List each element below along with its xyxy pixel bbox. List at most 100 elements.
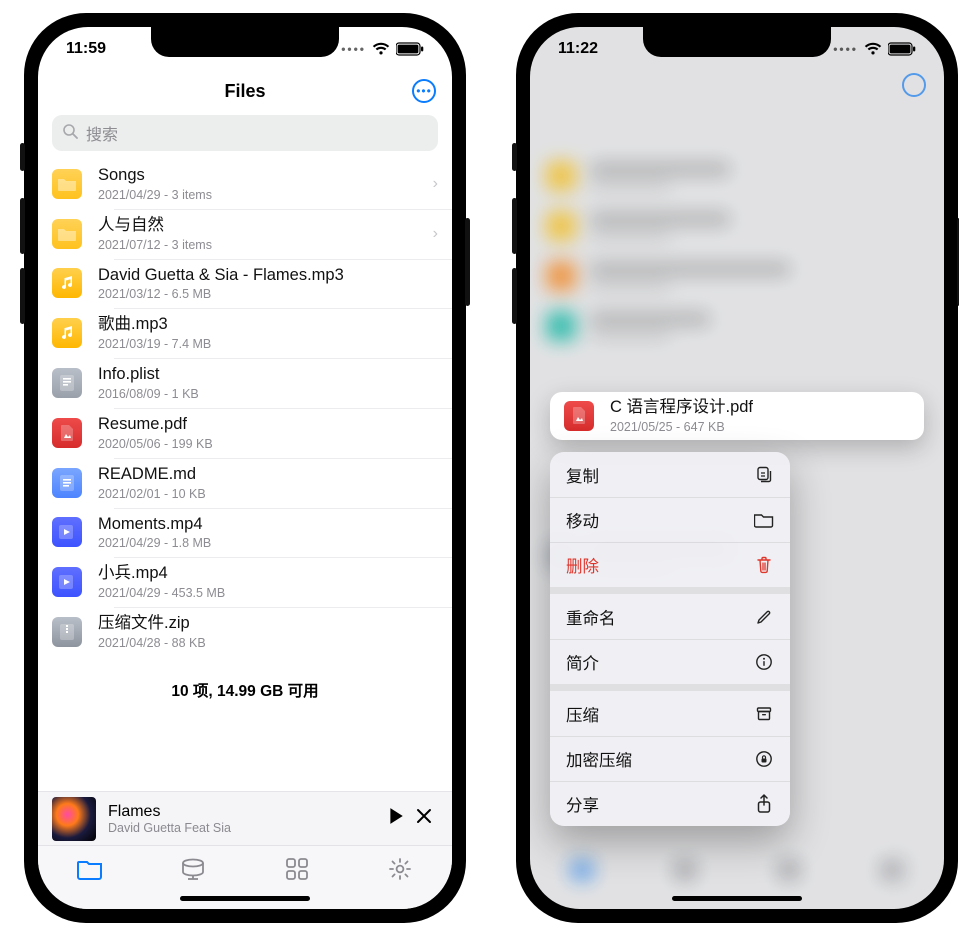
file-row[interactable]: 歌曲.mp32021/03/19 - 7.4 MB: [38, 308, 452, 358]
cell-signal-icon: ••••: [833, 42, 858, 56]
selected-file-sub: 2021/05/25 - 647 KB: [610, 420, 910, 434]
tab-servers[interactable]: [180, 856, 206, 882]
search-input[interactable]: 搜索: [52, 115, 438, 151]
context-menu-item[interactable]: 简介: [550, 639, 790, 684]
trash-icon: [754, 555, 774, 575]
file-icon-zip: [52, 617, 82, 647]
context-menu-label: 压缩: [566, 702, 599, 726]
context-menu-label: 移动: [566, 508, 599, 532]
file-name: README.md: [98, 465, 438, 485]
context-menu-separator: [550, 587, 790, 594]
file-name: Resume.pdf: [98, 415, 438, 435]
context-menu-label: 复制: [566, 463, 599, 487]
phone-device-right: 11:22 •••• C 语言程序设计.pdf 2021/: [516, 13, 958, 923]
close-button[interactable]: [410, 807, 438, 830]
tab-apps[interactable]: [284, 856, 310, 882]
now-playing-bar[interactable]: Flames David Guetta Feat Sia: [38, 791, 452, 845]
file-name: 人与自然: [98, 216, 427, 236]
notch: [643, 27, 831, 57]
file-row[interactable]: Info.plist2016/08/09 - 1 KB: [38, 358, 452, 408]
context-menu-item[interactable]: 删除: [550, 542, 790, 587]
file-name: 小兵.mp4: [98, 564, 438, 584]
file-name: Songs: [98, 166, 427, 186]
screen: 11:22 •••• C 语言程序设计.pdf 2021/: [530, 27, 944, 909]
file-row[interactable]: Songs 2021/04/29 - 3 items›: [38, 159, 452, 209]
wifi-icon: [372, 42, 390, 56]
pencil-icon: [754, 607, 774, 627]
context-menu-label: 分享: [566, 792, 599, 816]
file-row[interactable]: Moments.mp42021/04/29 - 1.8 MB: [38, 508, 452, 558]
wifi-icon: [864, 42, 882, 56]
home-indicator[interactable]: [180, 896, 310, 901]
notch: [151, 27, 339, 57]
share-icon: [754, 794, 774, 814]
now-playing-title: Flames: [108, 803, 382, 821]
context-menu-separator: [550, 684, 790, 691]
battery-icon: [396, 42, 424, 56]
file-name: Moments.mp4: [98, 515, 438, 535]
search-placeholder: 搜索: [86, 121, 118, 145]
battery-icon: [888, 42, 916, 56]
status-time: 11:59: [66, 40, 106, 58]
file-row[interactable]: 人与自然 2021/07/12 - 3 items›: [38, 209, 452, 259]
context-menu-label: 删除: [566, 553, 599, 577]
file-icon-mp4: [52, 517, 82, 547]
file-row[interactable]: 小兵.mp4 2021/04/29 - 453.5 MB: [38, 557, 452, 607]
file-name: Info.plist: [98, 365, 438, 385]
file-icon-folder: [52, 169, 82, 199]
file-row[interactable]: README.md 2021/02/01 - 10 KB: [38, 458, 452, 508]
home-indicator[interactable]: [672, 896, 802, 901]
file-meta: 2021/07/12 - 3 items: [98, 238, 427, 252]
context-menu-item[interactable]: 重命名: [550, 594, 790, 639]
nav-header: Files •••: [38, 71, 452, 111]
file-icon-mp4: [52, 567, 82, 597]
file-meta: 2021/04/28 - 88 KB: [98, 636, 438, 650]
archive-icon: [754, 704, 774, 724]
cell-signal-icon: ••••: [341, 42, 366, 56]
file-meta: 2021/04/29 - 1.8 MB: [98, 536, 438, 550]
file-row[interactable]: Resume.pdf 2020/05/06 - 199 KB: [38, 408, 452, 458]
context-menu-item[interactable]: 压缩: [550, 691, 790, 736]
now-playing-artist: David Guetta Feat Sia: [108, 821, 382, 835]
context-menu-item[interactable]: 复制: [550, 452, 790, 497]
chevron-right-icon: ›: [427, 175, 438, 193]
file-meta: 2021/04/29 - 3 items: [98, 188, 427, 202]
search-icon: [62, 123, 78, 144]
context-menu-label: 简介: [566, 650, 599, 674]
context-menu-label: 加密压缩: [566, 747, 632, 771]
file-name: David Guetta & Sia - Flames.mp3: [98, 266, 438, 286]
album-art: [52, 797, 96, 841]
context-menu-item[interactable]: 加密压缩: [550, 736, 790, 781]
status-time: 11:22: [558, 40, 598, 58]
folder-icon: [754, 510, 774, 530]
file-icon-mp3: [52, 268, 82, 298]
info-icon: [754, 652, 774, 672]
context-menu-item[interactable]: 分享: [550, 781, 790, 826]
file-icon-md: [52, 468, 82, 498]
file-row[interactable]: 压缩文件.zip 2021/04/28 - 88 KB: [38, 607, 452, 657]
play-button[interactable]: [382, 807, 410, 831]
file-icon-folder: [52, 219, 82, 249]
screen: 11:59 •••• Files •••: [38, 27, 452, 909]
file-row[interactable]: David Guetta & Sia - Flames.mp32021/03/1…: [38, 259, 452, 309]
copy-icon: [754, 465, 774, 485]
file-name: 压缩文件.zip: [98, 614, 438, 634]
file-icon-pdf: [52, 418, 82, 448]
file-icon-pdf: [564, 401, 594, 431]
context-menu-item[interactable]: 移动: [550, 497, 790, 542]
selected-file-name: C 语言程序设计.pdf: [610, 398, 910, 418]
chevron-right-icon: ›: [427, 225, 438, 243]
file-meta: 2021/03/19 - 7.4 MB: [98, 337, 438, 351]
phone-device-left: 11:59 •••• Files •••: [24, 13, 466, 923]
file-meta: 2021/02/01 - 10 KB: [98, 487, 438, 501]
tab-files[interactable]: [77, 856, 103, 882]
selected-file-card: C 语言程序设计.pdf 2021/05/25 - 647 KB: [550, 392, 924, 440]
more-button[interactable]: •••: [412, 79, 436, 103]
storage-summary: 10 项, 14.99 GB 可用: [38, 679, 452, 701]
tab-settings[interactable]: [387, 856, 413, 882]
file-list: Songs2021/04/29 - 3 items›人与自然2021/07/12…: [38, 159, 452, 657]
file-meta: 2020/05/06 - 199 KB: [98, 437, 438, 451]
locked-archive-icon: [754, 749, 774, 769]
file-meta: 2021/03/12 - 6.5 MB: [98, 287, 438, 301]
file-meta: 2021/04/29 - 453.5 MB: [98, 586, 438, 600]
